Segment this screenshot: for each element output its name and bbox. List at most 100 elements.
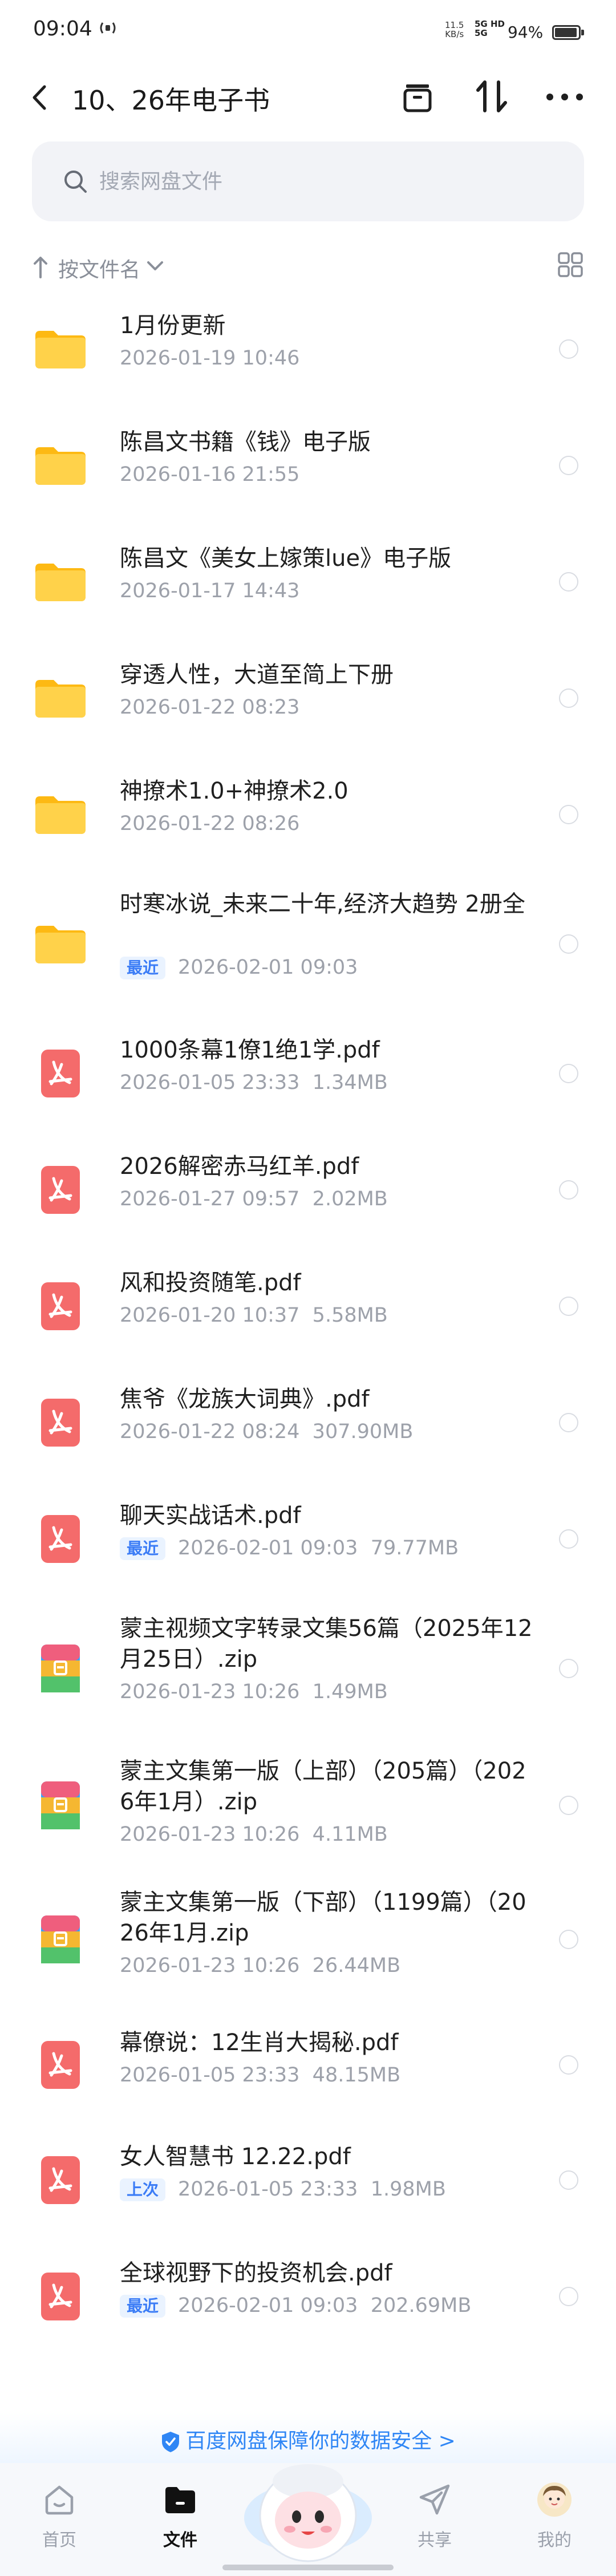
archive-icon[interactable]: [399, 79, 436, 115]
nav-label-mine: 我的: [537, 2530, 572, 2550]
battery-icon: [552, 25, 581, 40]
file-name: 蒙主文集第一版（下部）（1199篇）（2026年1月.zip: [120, 1889, 526, 1946]
title-bar: 10、26年电子书: [0, 63, 616, 131]
mascot-icon[interactable]: [242, 2449, 374, 2563]
file-row[interactable]: 风和投资随笔.pdf 2026-01-20 10:37 5.58MB: [0, 1248, 616, 1364]
search-input[interactable]: [99, 167, 544, 196]
file-date: 2026-01-23 10:26: [120, 1954, 300, 1977]
file-row[interactable]: 蒙主文集第一版（下部）（1199篇）（2026年1月.zip 2026-01-23…: [0, 1871, 616, 2008]
file-row[interactable]: 陈昌文《美女上嫁策lue》电子版 2026-01-17 14:43: [0, 524, 616, 640]
file-meta: 2026-01-19 10:46: [120, 347, 299, 370]
sort-icon[interactable]: [473, 78, 510, 115]
select-checkbox[interactable]: [559, 1529, 578, 1549]
file-name: 神撩术1.0+神撩术2.0: [120, 778, 348, 804]
chevron-down-icon[interactable]: [145, 256, 165, 276]
file-row[interactable]: 全球视野下的投资机会.pdf 最近 2026-02-01 09:03 202.69M…: [0, 2238, 616, 2355]
file-date: 2026-02-01 09:03: [178, 1537, 358, 1560]
nav-item-share[interactable]: 共享: [395, 2481, 475, 2561]
pdf-file-icon: [41, 1282, 80, 1330]
nav-item-home[interactable]: 首页: [19, 2481, 99, 2561]
file-row[interactable]: 女人智慧书 12.22.pdf 上次 2026-01-05 23:33 1.98MB: [0, 2122, 616, 2238]
file-meta: 2026-01-23 10:26 4.11MB: [120, 1823, 388, 1846]
select-checkbox[interactable]: [559, 456, 578, 475]
select-checkbox[interactable]: [559, 934, 578, 954]
select-checkbox[interactable]: [559, 1413, 578, 1432]
speed-unit: KB/s: [445, 29, 464, 39]
select-checkbox[interactable]: [559, 1659, 578, 1678]
select-checkbox[interactable]: [559, 1297, 578, 1316]
status-time: 09:04: [33, 17, 92, 40]
zip-file-icon: [41, 1781, 80, 1829]
file-row[interactable]: 穿透人性，大道至简上下册 2026-01-22 08:23: [0, 640, 616, 756]
file-name: 时寒冰说_未来二十年,经济大趋势 2册全: [120, 891, 525, 917]
pdf-file-icon: [41, 1399, 80, 1447]
file-size: 26.44MB: [312, 1954, 401, 1977]
nav-label-share: 共享: [418, 2530, 452, 2550]
network-5g: 5G: [475, 28, 488, 38]
folder-icon: [165, 2487, 195, 2513]
file-row[interactable]: 时寒冰说_未来二十年,经济大趋势 2册全 最近 2026-02-01 09:03: [0, 873, 616, 1015]
file-date: 2026-01-05 23:33: [178, 2178, 358, 2201]
recent-badge: 最近: [120, 2295, 166, 2318]
file-size: 1.34MB: [312, 1071, 388, 1094]
nav-item-files[interactable]: 文件: [140, 2481, 220, 2561]
home-indicator[interactable]: [222, 2565, 394, 2570]
file-row[interactable]: 蒙主文集第一版（上部）（205篇）（2026年1月）.zip 2026-01-23…: [0, 1740, 616, 1871]
select-checkbox[interactable]: [559, 2055, 578, 2075]
file-meta: 2026-01-20 10:37 5.58MB: [120, 1304, 388, 1327]
file-size: 1.49MB: [312, 1680, 388, 1703]
file-date: 2026-01-05 23:33: [120, 2064, 300, 2087]
select-checkbox[interactable]: [559, 572, 578, 592]
file-size: 4.11MB: [312, 1823, 388, 1846]
file-date: 2026-01-22 08:24: [120, 1420, 300, 1443]
file-row[interactable]: 陈昌文书籍《钱》电子版 2026-01-16 21:55: [0, 407, 616, 524]
back-icon[interactable]: [27, 83, 52, 112]
file-row[interactable]: 焦爷《龙族大词典》.pdf 2026-01-22 08:24 307.90MB: [0, 1364, 616, 1481]
select-checkbox[interactable]: [559, 339, 578, 359]
file-size: 2.02MB: [312, 1188, 388, 1210]
file-meta: 2026-01-22 08:23: [120, 696, 299, 719]
status-bar: 09:04 11.5 KB/s 5G HD 5G 94%: [0, 0, 616, 63]
more-icon[interactable]: [543, 79, 586, 115]
select-checkbox[interactable]: [559, 1930, 578, 1949]
pdf-file-icon: [41, 2041, 80, 2089]
select-checkbox[interactable]: [559, 1180, 578, 1200]
file-row[interactable]: 2026解密赤马红羊.pdf 2026-01-27 09:57 2.02MB: [0, 1132, 616, 1248]
file-meta: 2026-01-22 08:24 307.90MB: [120, 1420, 413, 1443]
avatar-icon: [537, 2482, 572, 2517]
select-checkbox[interactable]: [559, 2287, 578, 2306]
file-date: 2026-01-22 08:26: [120, 812, 300, 835]
file-row[interactable]: 神撩术1.0+神撩术2.0 2026-01-22 08:26: [0, 756, 616, 873]
file-row[interactable]: 幕僚说：12生肖大揭秘.pdf 2026-01-05 23:33 48.15MB: [0, 2008, 616, 2122]
file-row[interactable]: 1000条幕1僚1绝1学.pdf 2026-01-05 23:33 1.34MB: [0, 1015, 616, 1132]
network-speed: 11.5 KB/s: [445, 21, 464, 39]
select-checkbox[interactable]: [559, 1796, 578, 1815]
arrow-up-icon[interactable]: [32, 253, 49, 280]
page-title: 10、26年电子书: [72, 85, 270, 116]
file-row[interactable]: 蒙主视频文字转录文集56篇（2025年12月25日）.zip 2026-01-23…: [0, 1597, 616, 1740]
file-name: 1000条幕1僚1绝1学.pdf: [120, 1037, 380, 1063]
nav-item-mine[interactable]: 我的: [514, 2481, 594, 2561]
file-row[interactable]: 聊天实战话术.pdf 最近 2026-02-01 09:03 79.77MB: [0, 1481, 616, 1597]
select-checkbox[interactable]: [559, 688, 578, 708]
file-date: 2026-02-01 09:03: [178, 2294, 358, 2317]
folder-icon: [35, 680, 86, 718]
file-date: 2026-01-23 10:26: [120, 1823, 300, 1846]
file-name: 女人智慧书 12.22.pdf: [120, 2144, 351, 2170]
select-checkbox[interactable]: [559, 805, 578, 824]
file-row[interactable]: 1月份更新 2026-01-19 10:46: [0, 291, 616, 407]
select-checkbox[interactable]: [559, 2170, 578, 2190]
file-meta: 2026-01-23 10:26 26.44MB: [120, 1954, 400, 1977]
select-checkbox[interactable]: [559, 1064, 578, 1083]
search-bar[interactable]: [32, 141, 584, 221]
sort-label[interactable]: 按文件名: [58, 253, 140, 283]
send-icon: [419, 2484, 450, 2515]
file-date: 2026-02-01 09:03: [178, 956, 358, 979]
grid-view-icon[interactable]: [557, 251, 584, 278]
